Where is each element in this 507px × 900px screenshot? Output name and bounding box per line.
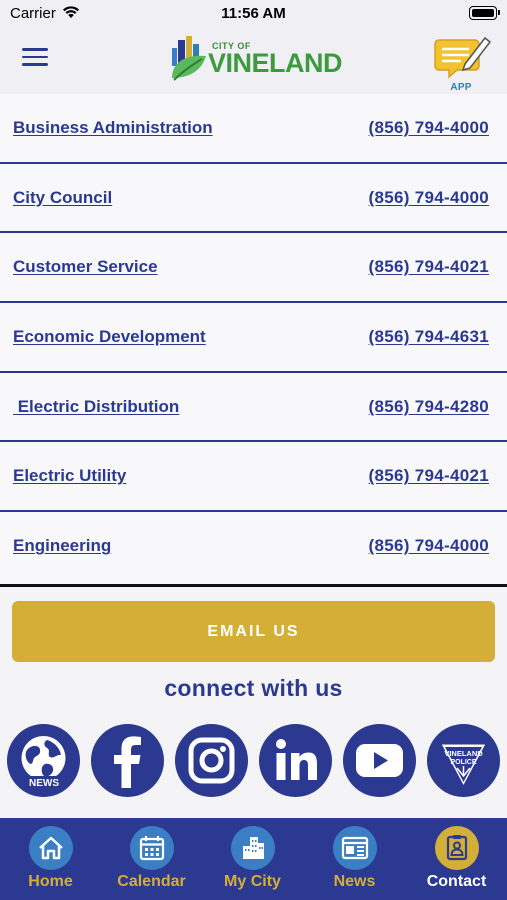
tab-news-label: News bbox=[333, 873, 376, 890]
app-header: CITY OF VINELAND APP FEEDBACK bbox=[0, 28, 507, 104]
home-icon bbox=[29, 826, 73, 870]
police-badge-icon: VINELAND POLICE bbox=[440, 743, 487, 788]
bottom-tab-bar: Home Calendar My City News Contact bbox=[0, 818, 507, 900]
department-name-link[interactable]: Electric Distribution bbox=[13, 397, 180, 417]
tab-news[interactable]: News bbox=[304, 818, 405, 900]
menu-line bbox=[22, 48, 48, 51]
tab-my-city-label: My City bbox=[224, 873, 281, 890]
department-phone-link[interactable]: (856) 794-4631 bbox=[369, 327, 489, 347]
app-feedback-button[interactable]: APP FEEDBACK bbox=[425, 32, 497, 104]
linkedin-icon bbox=[276, 739, 317, 780]
youtube-button[interactable] bbox=[343, 724, 416, 797]
department-name-link[interactable]: Engineering bbox=[13, 536, 111, 556]
youtube-icon bbox=[356, 744, 403, 777]
tab-calendar[interactable]: Calendar bbox=[101, 818, 202, 900]
city-logo: CITY OF VINELAND bbox=[168, 34, 343, 86]
instagram-button[interactable] bbox=[175, 724, 248, 797]
department-row: Business Administration (856) 794-4000 bbox=[0, 94, 507, 164]
department-name-link[interactable]: City Council bbox=[13, 188, 112, 208]
facebook-button[interactable] bbox=[91, 724, 164, 797]
tab-my-city[interactable]: My City bbox=[202, 818, 303, 900]
department-row: Customer Service (856) 794-4021 bbox=[0, 233, 507, 304]
menu-line bbox=[22, 55, 48, 58]
newspaper-icon bbox=[333, 826, 377, 870]
department-phone-link[interactable]: (856) 794-4021 bbox=[369, 257, 489, 277]
tab-contact[interactable]: Contact bbox=[406, 818, 507, 900]
menu-line bbox=[22, 63, 48, 66]
tab-contact-label: Contact bbox=[426, 873, 487, 890]
instagram-icon bbox=[188, 737, 235, 784]
department-row: Electric Utility (856) 794-4021 bbox=[0, 442, 507, 513]
linkedin-button[interactable] bbox=[259, 724, 332, 797]
department-list: Business Administration (856) 794-4000 C… bbox=[0, 94, 507, 584]
status-time: 11:56 AM bbox=[221, 5, 286, 22]
department-row: City Council (856) 794-4000 bbox=[0, 164, 507, 234]
calendar-icon bbox=[130, 826, 174, 870]
department-row: Economic Development (856) 794-4631 bbox=[0, 303, 507, 373]
hamburger-menu-button[interactable] bbox=[22, 48, 48, 72]
news-globe-icon: NEWS bbox=[21, 736, 66, 789]
police-label-top: VINELAND bbox=[444, 749, 483, 758]
department-name-link[interactable]: Economic Development bbox=[13, 327, 206, 347]
department-name-link[interactable]: Electric Utility bbox=[13, 466, 126, 486]
department-phone-link[interactable]: (856) 794-4280 bbox=[369, 397, 489, 417]
list-divider bbox=[0, 584, 507, 587]
logo-city-name: VINELAND bbox=[208, 48, 343, 78]
feedback-chat-pencil-icon bbox=[434, 36, 492, 79]
leaf-skyline-icon bbox=[172, 36, 206, 81]
department-phone-link[interactable]: (856) 794-4000 bbox=[369, 118, 489, 138]
contact-card-icon bbox=[435, 826, 479, 870]
city-buildings-icon bbox=[231, 826, 275, 870]
social-links: NEWS VINELAND POLICE bbox=[0, 724, 507, 798]
news-globe-button[interactable]: NEWS bbox=[7, 724, 80, 797]
connect-heading: connect with us bbox=[164, 675, 343, 701]
status-bar: Carrier 11:56 AM bbox=[0, 0, 507, 28]
facebook-icon bbox=[114, 736, 141, 788]
department-phone-link[interactable]: (856) 794-4021 bbox=[369, 466, 489, 486]
tab-calendar-label: Calendar bbox=[117, 873, 186, 890]
email-us-button[interactable]: EMAIL US bbox=[12, 601, 495, 662]
department-name-link[interactable]: Business Administration bbox=[13, 118, 213, 138]
department-row: Electric Distribution (856) 794-4280 bbox=[0, 373, 507, 443]
tab-home[interactable]: Home bbox=[0, 818, 101, 900]
vineland-police-button[interactable]: VINELAND POLICE bbox=[427, 724, 500, 797]
department-phone-link[interactable]: (856) 794-4000 bbox=[369, 188, 489, 208]
department-name-link[interactable]: Customer Service bbox=[13, 257, 158, 277]
tab-home-label: Home bbox=[28, 873, 73, 890]
police-label-bottom: POLICE bbox=[450, 759, 476, 766]
department-phone-link[interactable]: (856) 794-4000 bbox=[369, 536, 489, 556]
department-row: Engineering (856) 794-4000 bbox=[0, 512, 507, 582]
battery-icon bbox=[469, 6, 500, 20]
news-globe-label: NEWS bbox=[29, 778, 59, 789]
